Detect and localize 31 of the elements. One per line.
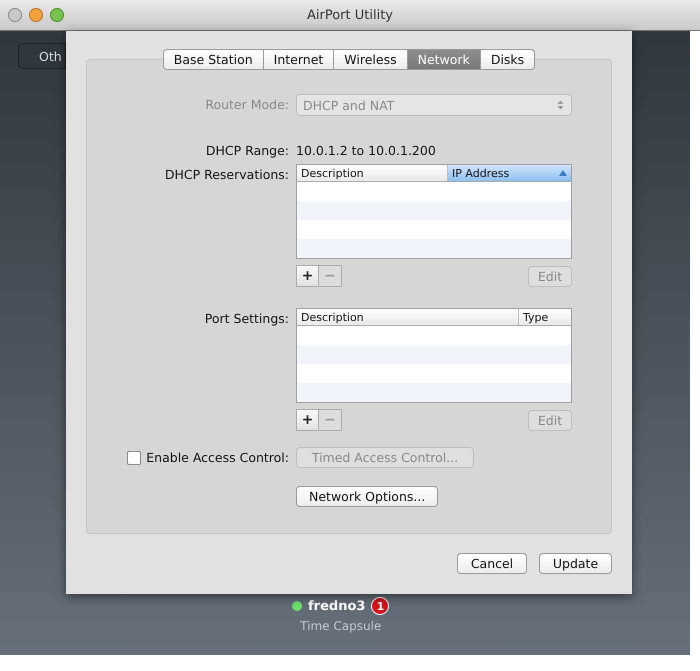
column-header[interactable]: Type [519,309,571,325]
updown-arrows-icon [557,100,564,110]
device-model: Time Capsule [300,619,382,633]
minimize-icon[interactable] [29,8,43,22]
checkbox[interactable] [127,450,142,464]
field-label: DHCP Reservations: [164,166,289,184]
tab[interactable]: Base Station [162,49,264,70]
column-header[interactable]: IP Address [448,165,571,181]
close-icon[interactable] [8,8,22,22]
window-title: AirPort Utility [307,8,393,22]
dhcp-range-value: 10.0.1.2 to 10.0.1.200 [296,142,437,160]
device-name: fredno3 [308,598,366,614]
status-dot-icon [292,601,302,611]
zoom-icon[interactable] [50,8,64,22]
background-button[interactable]: Oth [18,43,66,69]
column-header[interactable]: Description [297,309,519,325]
tab[interactable]: Internet [264,49,334,70]
add-button[interactable]: + [296,265,319,287]
update-button[interactable]: Update [539,553,612,574]
field-label: DHCP Range: [204,142,289,160]
add-button[interactable]: + [296,409,319,431]
sort-arrow-icon [559,170,567,176]
field-label: Router Mode: [204,96,289,114]
network-options-button[interactable]: Network Options... [296,486,438,507]
cancel-button[interactable]: Cancel [457,553,527,574]
field-label: Port Settings: [204,310,289,328]
tab[interactable]: Wireless [334,49,408,70]
tab[interactable]: Network [408,49,481,70]
checkbox-label: Enable Access Control: [146,450,289,465]
alert-badge: 1 [371,597,390,615]
tab[interactable]: Disks [480,49,536,70]
